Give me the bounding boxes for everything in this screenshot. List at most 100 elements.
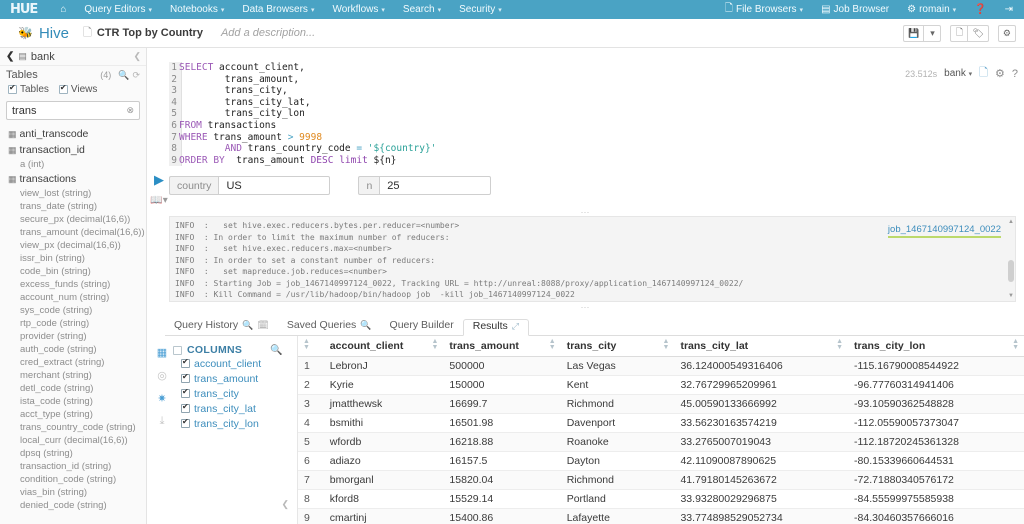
search-icon[interactable]: 🔍 <box>242 320 253 331</box>
nav-data-browsers[interactable]: Data Browsers ▾ <box>233 0 323 19</box>
column-item[interactable]: trans_country_code (string) <box>0 421 146 434</box>
column-item[interactable]: local_curr (decimal(16,6)) <box>0 434 146 447</box>
sort-icon[interactable]: ▲ ▼ <box>663 338 670 351</box>
help-icon[interactable]: ❓ <box>965 0 995 19</box>
tab-saved-queries[interactable]: Saved Queries 🔍 <box>278 319 381 335</box>
log-scrollbar[interactable]: ▲ ▼ <box>1008 218 1014 300</box>
scroll-down-icon[interactable]: ▼ <box>1008 293 1014 299</box>
expand-icon[interactable]: ⤢ <box>512 321 519 332</box>
nav-file-browsers[interactable]: 🗋 File Browsers ▾ <box>716 0 812 19</box>
run-icon[interactable]: ▶ <box>154 172 164 187</box>
column-item[interactable]: dpsq (string) <box>0 447 146 460</box>
sort-icon[interactable]: ▲ ▼ <box>836 338 843 351</box>
checkbox-icon[interactable] <box>181 402 190 413</box>
query-name[interactable]: CTR Top by Country <box>97 27 203 39</box>
column-item[interactable]: detl_code (string) <box>0 382 146 395</box>
search-icon[interactable]: 🔍 <box>270 345 283 356</box>
column-header-account-client[interactable]: account_client ▲ ▼ <box>323 336 444 357</box>
tab-query-history[interactable]: Query History 🔍 🗓 <box>165 319 278 335</box>
parameter-n[interactable]: n 25 <box>358 176 492 196</box>
parameter-input[interactable]: 25 <box>379 176 492 196</box>
column-header-trans-city-lat[interactable]: trans_city_lat ▲ ▼ <box>674 336 849 357</box>
table-item[interactable]: ▦ transactions <box>0 171 146 187</box>
search-icon[interactable]: 🔍 <box>118 70 129 81</box>
column-checkbox-item[interactable]: account_client <box>181 356 297 371</box>
map-marker-icon[interactable]: ◎ <box>157 369 167 382</box>
table-search-input[interactable]: trans ⊗ <box>6 101 140 120</box>
column-item[interactable]: auth_code (string) <box>0 343 146 356</box>
editor-resize-handle[interactable]: ⋯ <box>147 207 1024 217</box>
column-header-trans-city-lon[interactable]: trans_city_lon ▲ ▼ <box>848 336 1024 357</box>
column-item[interactable]: ista_code (string) <box>0 395 146 408</box>
column-checkbox-item[interactable]: trans_city_lat <box>181 401 297 416</box>
refresh-icon[interactable]: ⟳ <box>132 70 140 81</box>
save-button[interactable]: 💾 <box>903 24 925 42</box>
table-row[interactable]: 9 cmartinj 15400.86 Lafayette 33.77489852905… <box>298 508 1024 524</box>
table-row[interactable]: 8 kford8 15529.14 Portland 33.93280029296875… <box>298 489 1024 509</box>
clear-icon[interactable]: ⊗ <box>126 105 134 116</box>
database-breadcrumb[interactable]: ❮ ▤ bank ❮ <box>0 48 146 66</box>
column-header-index[interactable]: ▲ ▼ <box>298 336 324 357</box>
nav-home[interactable]: ⌂ <box>51 0 75 19</box>
table-item[interactable]: ▦ anti_transcode <box>0 126 146 142</box>
book-icon[interactable]: 📖▾ <box>147 195 171 206</box>
scroll-up-icon[interactable]: ▲ <box>1008 219 1014 225</box>
table-list[interactable]: ▦ anti_transcode ▦ transaction_id a (int… <box>0 126 146 511</box>
table-item[interactable]: ▦ transaction_id <box>0 142 146 158</box>
filter-tables-checkbox[interactable]: Tables <box>8 83 49 95</box>
column-item[interactable]: vias_bin (string) <box>0 486 146 499</box>
chevron-left-icon[interactable]: ❮ <box>6 51 14 62</box>
column-item[interactable]: secure_px (decimal(16,6)) <box>0 213 146 226</box>
description-input[interactable]: Add a description... <box>221 27 315 39</box>
hue-logo[interactable]: HUE <box>4 2 51 17</box>
table-row[interactable]: 2 Kyrie 150000 Kent 32.76729965209961 -96.777… <box>298 375 1024 395</box>
nav-user-menu[interactable]: ⚙ romain ▾ <box>898 0 965 19</box>
nav-job-browser[interactable]: ▤ Job Browser <box>812 0 898 19</box>
column-item[interactable]: trans_amount (decimal(16,6)) <box>0 226 146 239</box>
column-item[interactable]: denied_code (string) <box>0 499 146 511</box>
settings-icon[interactable]: ⚙ <box>995 67 1005 80</box>
column-item[interactable]: sys_code (string) <box>0 304 146 317</box>
checkbox-icon[interactable] <box>181 417 190 428</box>
logout-icon[interactable]: ⇥ <box>996 0 1022 19</box>
scrollbar-thumb[interactable] <box>1008 260 1014 282</box>
column-item[interactable]: view_lost (string) <box>0 187 146 200</box>
calendar-icon[interactable]: 🗓 <box>257 320 268 331</box>
tags-button[interactable]: 🏷 <box>967 24 989 42</box>
column-item[interactable]: condition_code (string) <box>0 473 146 486</box>
column-item[interactable]: view_px (decimal(16,6)) <box>0 239 146 252</box>
results-table-wrap[interactable]: ▲ ▼ account_client ▲ ▼ trans_amount ▲ ▼ trans… <box>297 336 1024 524</box>
sql-editor[interactable]: 123456789 SELECT account_client, trans_a… <box>147 62 1024 166</box>
job-link[interactable]: job_1467140997124_0022 <box>887 224 1001 238</box>
column-checkbox-item[interactable]: trans_city <box>181 386 297 401</box>
new-query-icon[interactable]: 🗋 <box>979 64 988 83</box>
column-item[interactable]: a (int) <box>0 158 146 171</box>
column-item[interactable]: rtp_code (string) <box>0 317 146 330</box>
column-checkbox-item[interactable]: trans_amount <box>181 371 297 386</box>
checkbox-icon[interactable] <box>181 357 190 368</box>
column-checkbox-item[interactable]: trans_city_lon <box>181 416 297 431</box>
table-row[interactable]: 6 adiazo 16157.5 Dayton 42.11090087890625 -80… <box>298 451 1024 471</box>
database-selector[interactable]: bank ▾ <box>944 68 972 79</box>
sort-icon[interactable]: ▲ ▼ <box>1012 338 1019 351</box>
column-item[interactable]: acct_type (string) <box>0 408 146 421</box>
chart-settings-icon[interactable]: ✷ <box>157 392 166 405</box>
table-row[interactable]: 1 LebronJ 500000 Las Vegas 36.12400054931640… <box>298 356 1024 376</box>
table-row[interactable]: 7 bmorganl 15820.04 Richmond 41.791801452636… <box>298 470 1024 490</box>
column-item[interactable]: issr_bin (string) <box>0 252 146 265</box>
column-header-trans-city[interactable]: trans_city ▲ ▼ <box>560 336 675 357</box>
nav-notebooks[interactable]: Notebooks ▾ <box>161 0 233 19</box>
column-item[interactable]: provider (string) <box>0 330 146 343</box>
table-row[interactable]: 4 bsmithi 16501.98 Davenport 33.562301635742… <box>298 413 1024 433</box>
columns-collapse-icon[interactable]: ❮ <box>281 499 289 510</box>
sort-icon[interactable]: ▲ ▼ <box>431 338 438 351</box>
column-item[interactable]: code_bin (string) <box>0 265 146 278</box>
column-item[interactable]: merchant (string) <box>0 369 146 382</box>
checkbox-icon[interactable] <box>173 345 182 355</box>
sort-icon[interactable]: ▲ ▼ <box>303 338 310 351</box>
query-log-panel[interactable]: INFO : set hive.exec.reducers.bytes.per.… <box>169 216 1016 302</box>
help-icon[interactable]: ? <box>1012 68 1018 80</box>
nav-security[interactable]: Security ▾ <box>450 0 511 19</box>
share-button[interactable]: ⚙ <box>997 24 1016 42</box>
nav-search[interactable]: Search ▾ <box>394 0 450 19</box>
